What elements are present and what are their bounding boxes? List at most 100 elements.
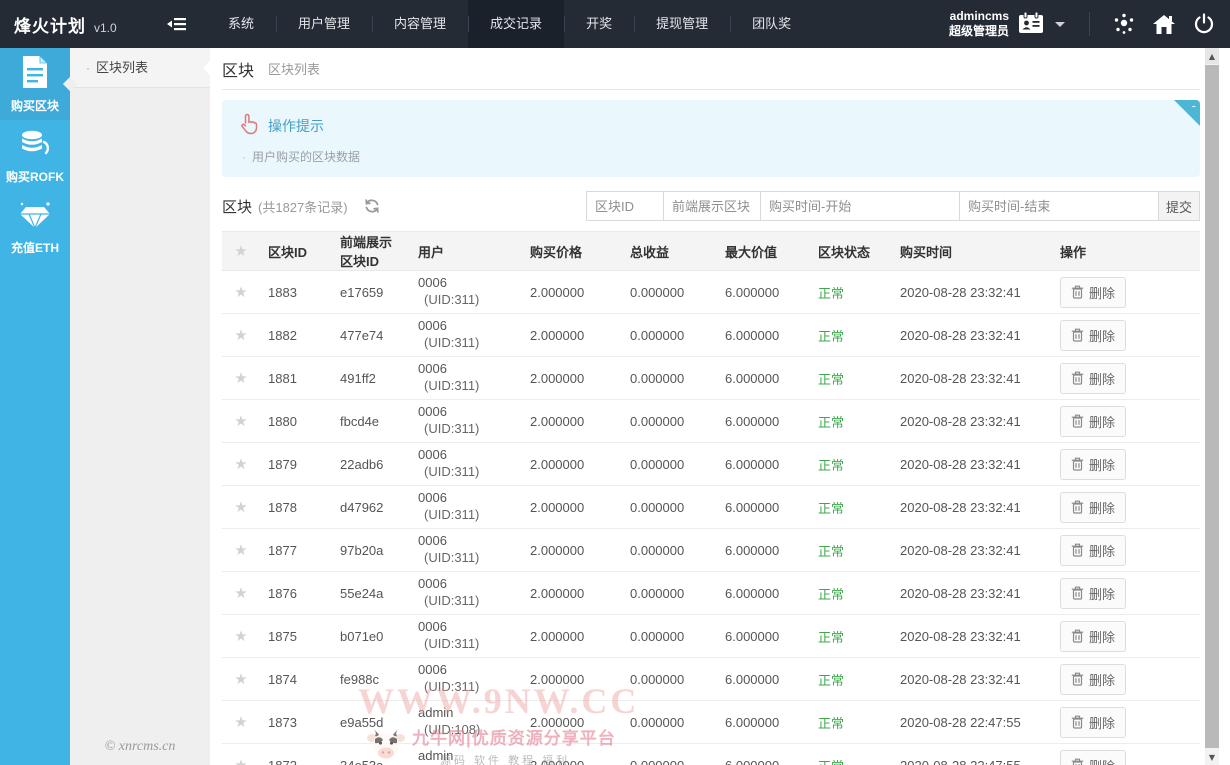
col-status: 区块状态 [810, 232, 892, 271]
cell-block-id: 1874 [260, 658, 332, 701]
top-header: 烽火计划 v1.0 系统 用户管理 内容管理 成交记录 开奖 提现管理 团队奖 … [0, 0, 1230, 48]
delete-button[interactable]: 删除 [1060, 449, 1126, 480]
refresh-icon[interactable] [364, 198, 380, 214]
header-right: admincms 超级管理员 [949, 0, 1230, 48]
star-icon[interactable]: ★ [234, 584, 247, 602]
cell-block-id: 1879 [260, 443, 332, 486]
user-menu[interactable]: admincms 超级管理员 [949, 9, 1075, 39]
share-network-icon[interactable] [1104, 0, 1144, 48]
cell-status: 正常 [810, 271, 892, 314]
table-row: ★ 1873 e9a55d admin (UID:108) 2.000000 0… [222, 701, 1200, 744]
table-row: ★ 1874 fe988c 0006 (UID:311) 2.000000 0.… [222, 658, 1200, 701]
delete-button[interactable]: 删除 [1060, 750, 1126, 765]
delete-button[interactable]: 删除 [1060, 578, 1126, 609]
cell-buy-time: 2020-08-28 23:32:41 [892, 658, 1052, 701]
hand-pointer-icon [238, 113, 258, 138]
submenu-sidebar: ·区块列表 © xnrcms.cn [70, 48, 210, 765]
col-block-id: 区块ID [260, 232, 332, 271]
col-user: 用户 [410, 232, 522, 271]
sidebar-item-buy-block[interactable]: 购买区块 [0, 48, 70, 120]
sidebar-item-recharge-eth[interactable]: 充值ETH [0, 192, 70, 264]
star-icon[interactable]: ★ [234, 670, 247, 688]
submit-button[interactable]: 提交 [1158, 191, 1200, 221]
nav-item-users[interactable]: 用户管理 [276, 0, 372, 48]
nav-item-transactions[interactable]: 成交记录 [468, 0, 564, 48]
star-icon[interactable]: ★ [234, 627, 247, 645]
home-icon[interactable] [1144, 0, 1184, 48]
nav-item-lottery[interactable]: 开奖 [564, 0, 634, 48]
star-icon[interactable]: ★ [234, 369, 247, 387]
menu-fold-icon[interactable] [160, 0, 194, 48]
cell-buy-time: 2020-08-28 23:32:41 [892, 529, 1052, 572]
table-row: ★ 1875 b071e0 0006 (UID:311) 2.000000 0.… [222, 615, 1200, 658]
cell-buy-time: 2020-08-28 23:32:41 [892, 357, 1052, 400]
delete-button[interactable]: 删除 [1060, 320, 1126, 351]
star-icon[interactable]: ★ [234, 713, 247, 731]
star-icon[interactable]: ★ [234, 412, 247, 430]
table-row: ★ 1883 e17659 0006 (UID:311) 2.000000 0.… [222, 271, 1200, 314]
star-icon[interactable]: ★ [234, 283, 247, 301]
cell-max-value: 6.000000 [717, 314, 810, 357]
nav-item-team-bonus[interactable]: 团队奖 [730, 0, 813, 48]
cell-profit: 0.000000 [622, 744, 717, 765]
breadcrumb: 区块 区块列表 [222, 48, 1200, 90]
col-front-id: 前端展示区块ID [332, 232, 410, 271]
filter-bar: 提交 [587, 191, 1200, 221]
delete-button[interactable]: 删除 [1060, 621, 1126, 652]
scroll-down-icon[interactable]: ▼ [1205, 749, 1219, 765]
star-icon[interactable]: ★ [234, 756, 247, 765]
scrollbar-thumb[interactable] [1205, 65, 1219, 748]
cell-status: 正常 [810, 400, 892, 443]
col-max-value: 最大价值 [717, 232, 810, 271]
cell-profit: 0.000000 [622, 443, 717, 486]
cell-buy-time: 2020-08-28 22:47:55 [892, 701, 1052, 744]
cell-user: admin (UID:108) [410, 701, 522, 744]
page-title: 区块 [222, 57, 254, 81]
buy-time-start-input[interactable] [760, 191, 960, 221]
star-icon[interactable]: ★ [234, 498, 247, 516]
sidebar-item-label: 购买ROFK [6, 168, 64, 185]
cell-buy-time: 2020-08-28 23:32:41 [892, 486, 1052, 529]
star-icon[interactable]: ★ [234, 541, 247, 559]
delete-button[interactable]: 删除 [1060, 492, 1126, 523]
tip-collapse-button[interactable] [1174, 100, 1200, 126]
delete-button[interactable]: 删除 [1060, 363, 1126, 394]
power-icon[interactable] [1184, 0, 1224, 48]
cell-profit: 0.000000 [622, 572, 717, 615]
chevron-down-icon [1055, 22, 1065, 27]
cell-max-value: 6.000000 [717, 615, 810, 658]
cell-front-id: 22adb6 [332, 443, 410, 486]
nav-item-withdrawal[interactable]: 提现管理 [634, 0, 730, 48]
cell-status: 正常 [810, 314, 892, 357]
star-icon[interactable]: ★ [234, 455, 247, 473]
cell-profit: 0.000000 [622, 529, 717, 572]
breadcrumb-sub: 区块列表 [268, 59, 320, 78]
cell-max-value: 6.000000 [717, 357, 810, 400]
nav-item-system[interactable]: 系统 [206, 0, 276, 48]
cell-price: 2.000000 [522, 443, 622, 486]
cell-status: 正常 [810, 615, 892, 658]
scroll-up-icon[interactable]: ▲ [1205, 48, 1219, 64]
cell-front-id: 55e24a [332, 572, 410, 615]
delete-button[interactable]: 删除 [1060, 406, 1126, 437]
vertical-scrollbar[interactable]: ▲ ▼ [1205, 48, 1219, 765]
delete-button[interactable]: 删除 [1060, 535, 1126, 566]
buy-time-end-input[interactable] [959, 191, 1159, 221]
app-logo: 烽火计划 v1.0 [0, 12, 160, 37]
nav-item-content[interactable]: 内容管理 [372, 0, 468, 48]
table-title: 区块 [222, 196, 252, 217]
sidebar-item-buy-rofk[interactable]: 购买ROFK [0, 120, 70, 192]
cell-profit: 0.000000 [622, 271, 717, 314]
coins-icon [18, 128, 52, 163]
star-icon[interactable]: ★ [234, 326, 247, 344]
delete-button[interactable]: 删除 [1060, 707, 1126, 738]
submenu-item-block-list[interactable]: ·区块列表 [70, 48, 210, 88]
delete-button[interactable]: 删除 [1060, 277, 1126, 308]
table-toolbar: 区块 (共1827条记录) 提交 [222, 191, 1200, 221]
block-id-input[interactable] [586, 191, 664, 221]
app-version: v1.0 [94, 21, 117, 35]
front-block-input[interactable] [663, 191, 761, 221]
cell-max-value: 6.000000 [717, 701, 810, 744]
diamond-icon [17, 201, 53, 234]
delete-button[interactable]: 删除 [1060, 664, 1126, 695]
